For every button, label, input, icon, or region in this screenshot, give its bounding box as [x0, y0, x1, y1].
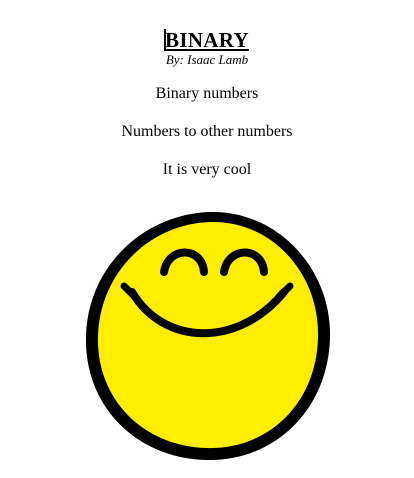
document-title-text: BINARY: [165, 28, 249, 52]
document-title[interactable]: BINARY: [164, 28, 249, 53]
document-page: BINARY By: Isaac Lamb Binary numbers Num…: [0, 0, 414, 478]
smiley-face-icon: [85, 211, 331, 461]
author-byline: By: Isaac Lamb: [165, 52, 249, 67]
text-cursor: [164, 29, 167, 51]
body-line-1: Binary numbers: [155, 85, 259, 102]
body-line-3: It is very cool: [162, 161, 252, 178]
body-line-2: Numbers to other numbers: [121, 123, 293, 140]
title-line: BINARY: [0, 28, 414, 53]
